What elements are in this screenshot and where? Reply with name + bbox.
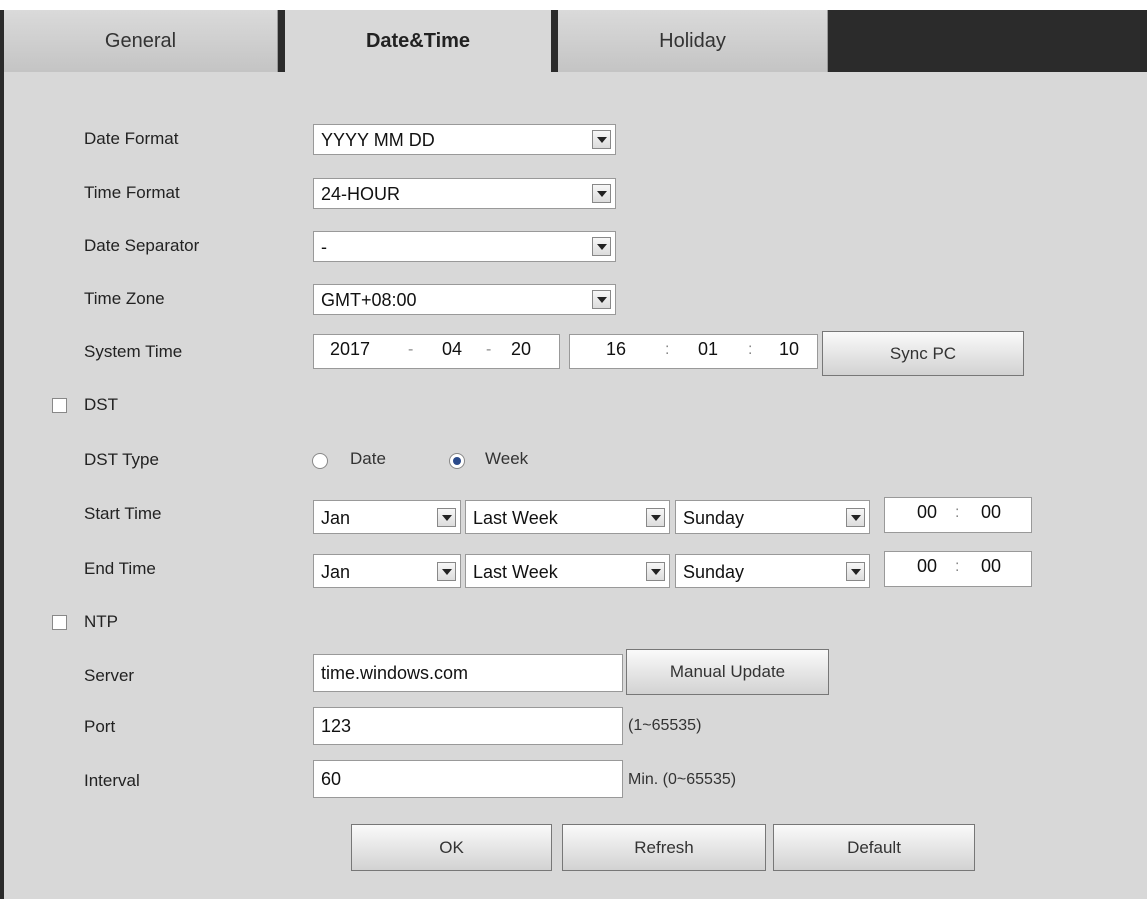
start-minute-segment[interactable]: 00 [981,502,1001,523]
chevron-down-icon[interactable] [592,184,611,203]
interval-range-hint: Min. (0~65535) [628,771,737,788]
time-zone-label: Time Zone [84,289,165,308]
dst-checkbox[interactable] [52,398,67,413]
dst-type-week-radio[interactable] [449,453,465,469]
tab-label: Date&Time [365,29,471,52]
start-time-label: Start Time [84,504,162,523]
interval-label: Interval [84,771,140,790]
tab-holiday[interactable]: Holiday [558,10,828,72]
time-separator: : [955,504,960,521]
tab-general[interactable]: General [4,10,278,72]
dst-type-label: DST Type [84,450,159,469]
time-format-label: Time Format [84,183,180,202]
start-hour-segment[interactable]: 00 [917,502,937,523]
refresh-button[interactable]: Refresh [562,824,766,871]
date-separator-value: - [321,237,327,257]
start-day-select[interactable]: Sunday [675,500,870,534]
chevron-down-icon[interactable] [592,290,611,309]
end-minute-segment[interactable]: 00 [981,556,1001,577]
system-clock-input[interactable]: 16 : 01 : 10 [569,334,818,369]
port-input[interactable]: 123 [313,707,623,745]
sync-pc-button[interactable]: Sync PC [822,331,1024,376]
dst-type-date-radio[interactable] [312,453,328,469]
dst-type-week-label: Week [485,449,529,468]
end-week-value: Last Week [473,562,558,582]
date-separator-select[interactable]: - [313,231,616,262]
end-day-value: Sunday [683,562,745,582]
server-input[interactable]: time.windows.com [313,654,623,692]
year-segment[interactable]: 2017 [330,339,370,360]
date-format-value: YYYY MM DD [321,130,435,150]
end-clock-input[interactable]: 00 : 00 [884,551,1032,587]
time-format-select[interactable]: 24-HOUR [313,178,616,209]
ok-button[interactable]: OK [351,824,552,871]
chevron-down-icon[interactable] [846,508,865,527]
port-label: Port [84,717,116,736]
settings-window: General Date&Time Holiday Date Format YY… [0,10,1147,899]
system-date-input[interactable]: 2017 - 04 - 20 [313,334,560,369]
second-segment[interactable]: 10 [779,339,799,360]
manual-update-button[interactable]: Manual Update [626,649,829,695]
tab-date-time[interactable]: Date&Time [285,10,551,72]
start-week-select[interactable]: Last Week [465,500,670,534]
day-segment[interactable]: 20 [511,339,531,360]
end-time-label: End Time [84,559,156,578]
end-hour-segment[interactable]: 00 [917,556,937,577]
server-label: Server [84,666,135,685]
end-week-select[interactable]: Last Week [465,554,670,588]
interval-input[interactable]: 60 [313,760,623,798]
date-separator-label: Date Separator [84,236,200,255]
default-button[interactable]: Default [773,824,975,871]
time-separator: : [955,558,960,575]
port-value: 123 [321,716,352,736]
time-separator: : [748,341,753,358]
end-month-select[interactable]: Jan [313,554,461,588]
tab-label: General [104,29,177,52]
chevron-down-icon[interactable] [646,508,665,527]
start-week-value: Last Week [473,508,558,528]
ntp-label: NTP [84,612,118,631]
dst-type-date-label: Date [350,449,386,468]
date-format-select[interactable]: YYYY MM DD [313,124,616,155]
start-month-select[interactable]: Jan [313,500,461,534]
date-format-label: Date Format [84,129,179,148]
dst-label: DST [84,395,118,414]
chevron-down-icon[interactable] [592,130,611,149]
hour-segment[interactable]: 16 [606,339,626,360]
month-segment[interactable]: 04 [442,339,462,360]
time-format-value: 24-HOUR [321,184,401,204]
server-value: time.windows.com [321,663,469,683]
minute-segment[interactable]: 01 [698,339,718,360]
system-time-label: System Time [84,342,183,361]
time-zone-select[interactable]: GMT+08:00 [313,284,616,315]
end-day-select[interactable]: Sunday [675,554,870,588]
interval-value: 60 [321,769,342,789]
start-day-value: Sunday [683,508,745,528]
chevron-down-icon[interactable] [646,562,665,581]
ntp-checkbox[interactable] [52,615,67,630]
end-month-value: Jan [321,562,351,582]
tab-bar: General Date&Time Holiday [4,10,1147,72]
port-range-hint: (1~65535) [628,717,702,734]
chevron-down-icon[interactable] [592,237,611,256]
date-time-panel: Date Format YYYY MM DD Time Format 24-HO… [4,72,1147,899]
start-month-value: Jan [321,508,351,528]
start-clock-input[interactable]: 00 : 00 [884,497,1032,533]
date-separator: - [486,341,492,358]
time-zone-value: GMT+08:00 [321,290,417,310]
tab-label: Holiday [659,29,726,52]
time-separator: : [665,341,670,358]
chevron-down-icon[interactable] [437,562,456,581]
chevron-down-icon[interactable] [846,562,865,581]
chevron-down-icon[interactable] [437,508,456,527]
date-separator: - [408,341,414,358]
